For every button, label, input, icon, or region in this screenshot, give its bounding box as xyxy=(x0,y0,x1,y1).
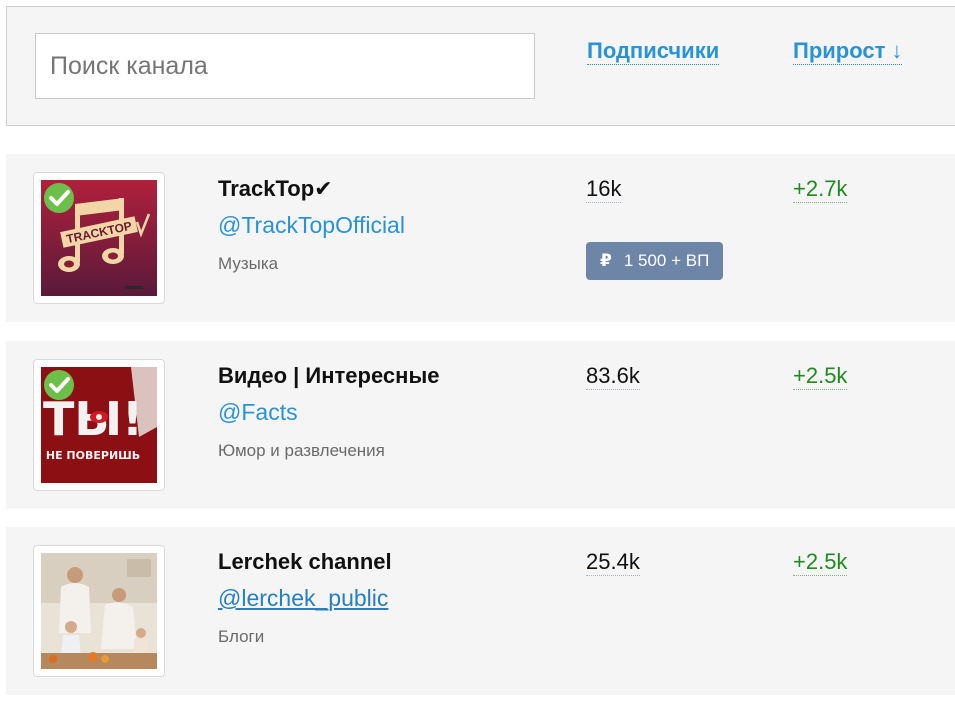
channel-category: Блоги xyxy=(218,627,265,646)
tracktop-logo-icon: TRACKTOP xyxy=(41,180,157,296)
channel-handle-link[interactable]: @lerchek_public xyxy=(218,585,388,612)
channel-category: Юмор и развлечения xyxy=(218,441,385,460)
growth-value: +2.5k xyxy=(793,549,848,576)
channel-avatar[interactable]: ТЫ! НЕ ПОВЕРИШЬ xyxy=(33,359,165,491)
channel-name[interactable]: Lerchek channel xyxy=(218,549,392,575)
channel-name[interactable]: Видео | Интересные xyxy=(218,363,439,389)
sort-by-growth-link[interactable]: Прирост ↓ xyxy=(793,38,903,65)
channel-search-input[interactable] xyxy=(35,33,535,99)
channel-row: Lerchek channel @lerchek_public Блоги 25… xyxy=(6,527,955,695)
growth-value: +2.7k xyxy=(793,176,848,203)
sort-by-subscribers-link[interactable]: Подписчики xyxy=(587,38,720,65)
channel-category: Музыка xyxy=(218,254,279,273)
subscribers-count: 25.4k xyxy=(586,549,640,576)
ad-price-text: 1 500 + ВП xyxy=(623,251,710,270)
sort-growth-label: Прирост xyxy=(793,38,886,63)
subscribers-count: 16k xyxy=(586,176,622,203)
ty-ne-poverish-logo-icon: ТЫ! НЕ ПОВЕРИШЬ xyxy=(41,367,157,483)
channel-row: TRACKTOP TrackTop✔ @TrackTopOfficial Муз… xyxy=(6,154,955,322)
channel-avatar[interactable] xyxy=(33,545,165,677)
channel-row: ТЫ! НЕ ПОВЕРИШЬ Видео | Интересные @Fact… xyxy=(6,341,955,509)
channel-handle-link[interactable]: @Facts xyxy=(218,399,298,426)
subscribers-count: 83.6k xyxy=(586,363,640,390)
ad-price-button[interactable]: ₽1 500 + ВП xyxy=(586,242,724,280)
verified-icon xyxy=(44,370,74,400)
ruble-icon: ₽ xyxy=(600,251,612,270)
svg-text:НЕ ПОВЕРИШЬ: НЕ ПОВЕРИШЬ xyxy=(46,449,140,462)
channel-handle-link[interactable]: @TrackTopOfficial xyxy=(218,212,405,239)
verified-icon xyxy=(44,183,74,213)
family-photo-icon xyxy=(41,553,157,669)
growth-value: +2.5k xyxy=(793,363,848,390)
sort-desc-arrow-icon: ↓ xyxy=(891,38,903,63)
channel-avatar[interactable]: TRACKTOP xyxy=(33,172,165,304)
channel-name[interactable]: TrackTop✔ xyxy=(218,176,333,202)
channel-list-header: Подписчики Прирост↓ xyxy=(6,6,955,126)
